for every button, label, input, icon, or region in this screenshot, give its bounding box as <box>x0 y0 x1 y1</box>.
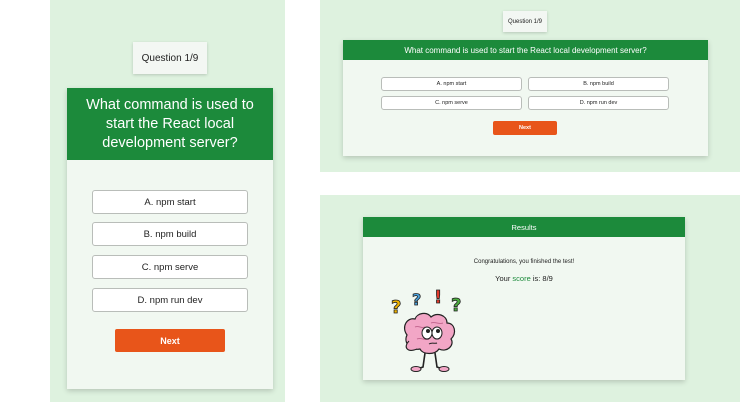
results-view-panel: Results Congratulations, you finished th… <box>320 195 740 402</box>
option-d-button[interactable]: D. npm run dev <box>92 288 248 312</box>
score-line: Your score is: 8/9 <box>363 274 685 283</box>
question-text: What command is used to start the React … <box>67 88 273 160</box>
option-a-button[interactable]: A. npm start <box>381 77 522 91</box>
score-value: is: 8/9 <box>530 274 553 283</box>
score-word: score <box>512 274 531 283</box>
question-mark-icon: ? <box>412 290 421 309</box>
option-a-button[interactable]: A. npm start <box>92 190 248 214</box>
congratulations-text: Congratulations, you finished the test! <box>473 259 575 265</box>
next-button[interactable]: Next <box>493 121 557 135</box>
option-d-button[interactable]: D. npm run dev <box>528 96 669 110</box>
desktop-view-panel: Question 1/9 What command is used to sta… <box>320 0 740 172</box>
option-b-button[interactable]: B. npm build <box>528 77 669 91</box>
results-card: Results Congratulations, you finished th… <box>363 217 685 380</box>
question-counter: Question 1/9 <box>503 11 547 32</box>
option-b-button[interactable]: B. npm build <box>92 222 248 246</box>
mobile-view-panel: Question 1/9 What command is used to sta… <box>50 0 285 402</box>
option-c-button[interactable]: C. npm serve <box>381 96 522 110</box>
score-prefix: Your <box>495 274 513 283</box>
results-title: Results <box>363 217 685 237</box>
question-mark-icon: ? <box>391 297 401 318</box>
question-text: What command is used to start the React … <box>343 40 708 60</box>
confused-brain-icon: ? ? ! ? <box>391 287 462 372</box>
option-c-button[interactable]: C. npm serve <box>92 255 248 279</box>
brain-body <box>403 312 456 372</box>
question-mark-icon: ? <box>451 295 461 316</box>
question-card: What command is used to start the React … <box>343 40 708 156</box>
next-button[interactable]: Next <box>115 329 225 352</box>
question-card: What command is used to start the React … <box>67 88 273 389</box>
exclamation-icon: ! <box>434 287 442 308</box>
question-counter: Question 1/9 <box>133 42 207 74</box>
